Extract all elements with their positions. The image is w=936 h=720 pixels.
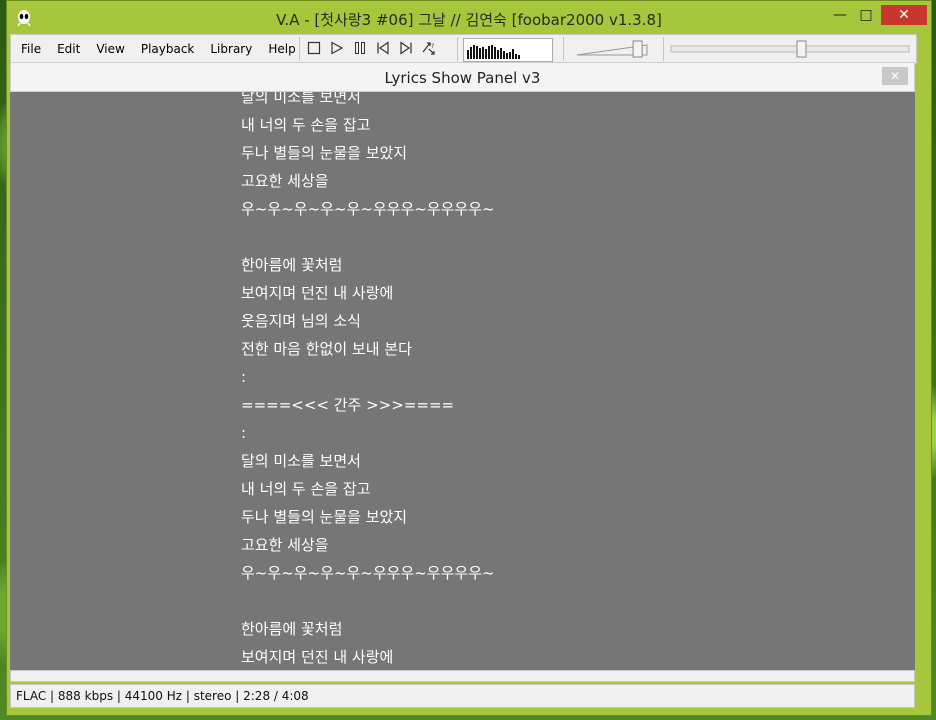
spectrum-bar [473,45,475,59]
spectrum-bar [491,45,493,59]
random-button[interactable]: ? [420,39,438,57]
toolbar-separator [299,37,300,61]
status-text: FLAC | 888 kbps | 44100 Hz | stereo | 2:… [16,689,309,703]
panel-close-button[interactable]: ✕ [882,67,908,85]
transport-controls: ? [305,39,438,57]
spectrum-bar [506,53,508,59]
lyric-line: 두나 별들의 눈물을 보았지 [241,144,408,162]
menu-help[interactable]: Help [260,42,303,56]
previous-button[interactable] [374,39,392,57]
previous-icon [377,41,389,55]
spectrum-bar [500,48,502,59]
spectrum-bar [470,47,472,59]
lyric-line: 달의 미소를 보면서 [241,452,361,470]
spectrum-bar [482,47,484,59]
spectrum-bar [494,47,496,59]
lyric-line: 내 너의 두 손을 잡고 [241,480,371,498]
spectrum-bar [488,46,490,59]
lyrics-view[interactable]: 달의 미소를 보면서 내 너의 두 손을 잡고 두나 별들의 눈물을 보았지 고요한 … [10,92,915,670]
lyric-line: 내 너의 두 손을 잡고 [241,116,371,134]
lyric-line: 고요한 세상을 [241,172,329,190]
spectrum-bar [509,52,511,59]
lyric-line: 보여지며 던진 내 사랑에 [241,284,394,302]
spectrum-bar [497,50,499,59]
play-button[interactable] [328,39,346,57]
spectrum-bars [467,45,520,59]
menu-bar: File Edit View Playback Library Help [13,35,304,63]
next-button[interactable] [397,39,415,57]
volume-slider[interactable] [573,39,653,59]
seek-thumb[interactable] [796,40,807,58]
spectrum-bar [512,49,514,59]
panel-title: Lyrics Show Panel v3 [384,69,541,87]
lyric-line: ====<<< 간주 >>>==== [241,396,455,414]
seek-track [670,40,910,58]
lyric-line: 한아름에 꽃처럼 [241,620,343,638]
next-icon [400,41,412,55]
toolbar: File Edit View Playback Library Help ? [10,34,917,64]
play-icon [331,41,344,55]
lyric-line: 달의 미소를 보면서 [241,92,361,106]
spectrum-bar [503,51,505,59]
lyric-line: : [241,424,247,442]
horizontal-scrollbar[interactable] [10,670,915,682]
spectrum-bar [479,48,481,59]
pause-button[interactable] [351,39,369,57]
lyric-line: : [241,368,247,386]
menu-view[interactable]: View [88,42,132,56]
pause-icon [355,42,365,54]
status-bar: FLAC | 888 kbps | 44100 Hz | stereo | 2:… [10,684,915,708]
spectrum-bar [485,49,487,59]
toolbar-separator [563,37,564,61]
window-title: V.A - [첫사랑3 #06] 그날 // 김연숙 [foobar2000 v… [276,11,662,29]
spectrum-bar [518,55,520,59]
menu-edit[interactable]: Edit [49,42,88,56]
svg-text:?: ? [431,43,434,50]
toolbar-separator [457,37,458,61]
spectrum-bar [515,54,517,59]
menu-library[interactable]: Library [202,42,260,56]
lyric-line: 우~우~우~우~우~우우우~우우우우~ [241,200,495,218]
lyric-line: 전한 마음 한없이 보내 본다 [241,340,412,358]
spectrum-bar [467,50,469,59]
spectrum-bar [476,46,478,59]
menu-playback[interactable]: Playback [133,42,203,56]
maximize-button[interactable]: □ [853,5,879,25]
stop-icon [307,41,321,55]
lyric-line: 고요한 세상을 [241,536,329,554]
minimize-button[interactable]: — [827,5,853,25]
volume-track [576,40,648,58]
seek-bar[interactable] [669,39,911,59]
stop-button[interactable] [305,39,323,57]
toolbar-separator [663,37,664,61]
random-icon: ? [422,42,435,55]
lyric-line: 우~우~우~우~우~우우우~우우우우~ [241,564,495,582]
lyric-line: 웃음지며 님의 소식 [241,312,361,330]
lyric-line: 두나 별들의 눈물을 보았지 [241,508,408,526]
title-bar[interactable]: V.A - [첫사랑3 #06] 그날 // 김연숙 [foobar2000 v… [7,1,931,35]
volume-thumb[interactable] [632,40,643,58]
lyrics-panel-header: Lyrics Show Panel v3 ✕ [10,62,915,92]
close-button[interactable]: ✕ [881,5,927,25]
spectrum-visualizer[interactable] [463,38,553,62]
lyric-line: 보여지며 던진 내 사랑에 [241,648,394,666]
lyric-line: 한아름에 꽃처럼 [241,256,343,274]
menu-file[interactable]: File [13,42,49,56]
